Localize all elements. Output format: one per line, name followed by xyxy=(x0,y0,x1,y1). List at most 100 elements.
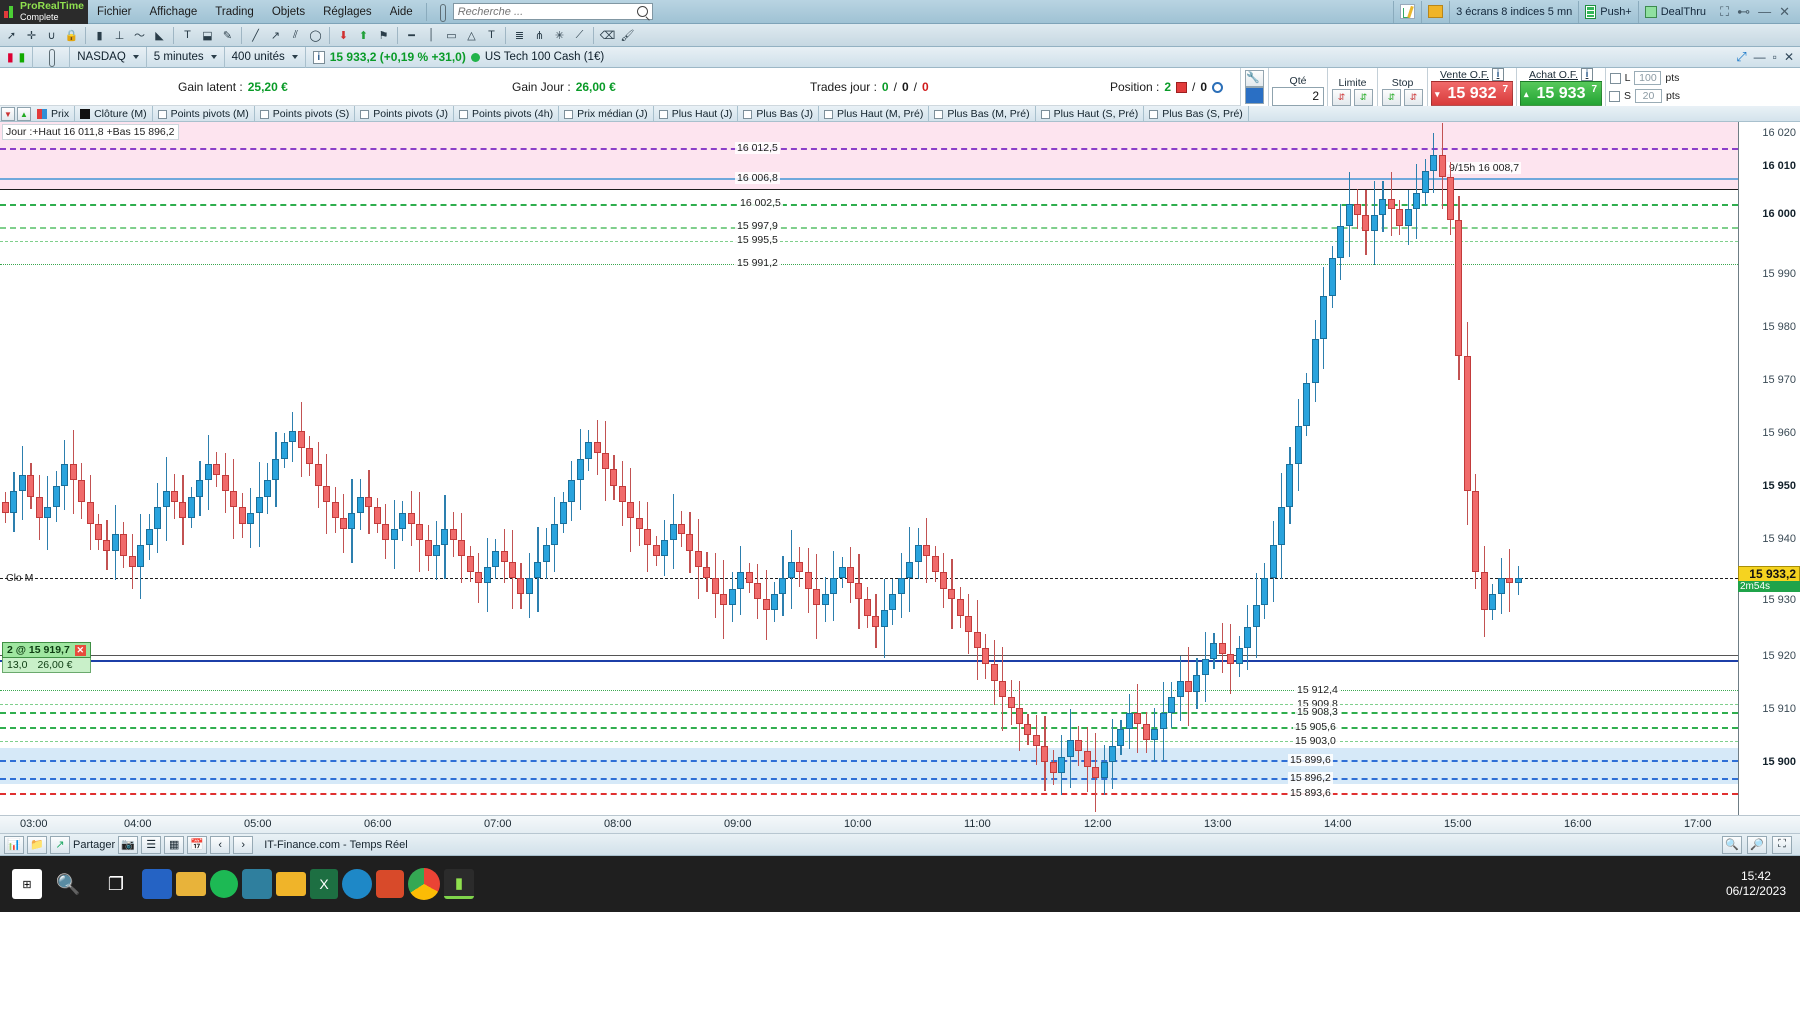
next-icon[interactable]: › xyxy=(233,835,254,854)
vertical-line-icon[interactable]: │ xyxy=(422,26,441,45)
chart-area[interactable]: Jour :+Haut 16 011,8 +Bas 15 896,2 Clo M… xyxy=(0,122,1800,816)
checkbox[interactable] xyxy=(1040,109,1050,119)
units-selector[interactable]: 400 unités xyxy=(225,46,306,68)
annotate-button[interactable] xyxy=(1393,0,1421,23)
link-chain-icon[interactable] xyxy=(434,3,450,22)
maximize-icon[interactable]: ▫ xyxy=(1773,50,1777,64)
open-position-box[interactable]: 2 @ 15 919,7 ✕ 13,0 26,00 € xyxy=(2,642,91,673)
zoom-out-icon[interactable]: 🔍 xyxy=(1722,835,1742,854)
lock-icon[interactable]: 🔒 xyxy=(62,26,81,45)
search-input[interactable] xyxy=(457,5,648,18)
limit-buy-icon[interactable]: ⇵ xyxy=(1354,89,1373,106)
task-view-icon[interactable]: ❐ xyxy=(94,862,138,906)
checkbox[interactable] xyxy=(1149,109,1159,119)
close-position-icon[interactable]: ✕ xyxy=(74,644,86,656)
sell-button[interactable]: ▾ 15 932 7 xyxy=(1431,81,1513,106)
horizontal-line-icon[interactable]: ━ xyxy=(402,26,421,45)
orders-icon[interactable] xyxy=(1212,81,1224,93)
minimize-icon[interactable]: — xyxy=(1754,50,1766,64)
sell-arrow-icon[interactable]: ⬇ xyxy=(334,26,353,45)
close-icon[interactable]: ✕ xyxy=(1784,50,1794,64)
area-chart-icon[interactable]: ◣ xyxy=(150,26,169,45)
scroll-up-icon[interactable]: ▲ xyxy=(17,107,31,121)
checkbox[interactable] xyxy=(157,109,167,119)
flag-button[interactable] xyxy=(1421,0,1449,23)
magnet-icon[interactable]: ∪ xyxy=(42,26,61,45)
tab-plus-bas-j[interactable]: Plus Bas (J) xyxy=(738,106,819,122)
text-box-icon[interactable]: T xyxy=(482,26,501,45)
long-checkbox[interactable] xyxy=(1609,72,1621,84)
info-icon[interactable]: i xyxy=(1581,68,1594,81)
gann-fan-icon[interactable]: ✳ xyxy=(550,26,569,45)
share-icon[interactable]: ↗ xyxy=(50,835,70,854)
zoom-in-icon[interactable]: 🔎 xyxy=(1747,835,1767,854)
chart-canvas[interactable]: Jour :+Haut 16 011,8 +Bas 15 896,2 Clo M… xyxy=(0,122,1738,815)
annotation-icon[interactable]: ✎ xyxy=(218,26,237,45)
chart-type-toggle[interactable]: ▮ ▮ xyxy=(0,46,34,68)
link-icon-cell[interactable] xyxy=(33,46,71,68)
grid-icon[interactable]: ▦ xyxy=(164,835,185,854)
menu-reglages[interactable]: Réglages xyxy=(314,0,381,24)
tab-prix-median-j[interactable]: Prix médian (J) xyxy=(559,106,654,122)
list-icon[interactable]: ☰ xyxy=(141,835,162,854)
fibonacci-icon[interactable]: ≣ xyxy=(510,26,529,45)
triangle-icon[interactable]: △ xyxy=(462,26,481,45)
tab-plus-bas-s-pre[interactable]: Plus Bas (S, Pré) xyxy=(1144,106,1249,122)
channel-icon[interactable]: ⫽ xyxy=(286,26,305,45)
workspace-selector[interactable]: 3 écrans 8 indices 5 mn xyxy=(1449,0,1578,23)
checkbox[interactable] xyxy=(360,109,370,119)
wrench-settings-icon[interactable]: 🔧 xyxy=(1245,70,1264,87)
system-clock[interactable]: 15:42 06/12/2023 xyxy=(1726,869,1800,899)
market-selector[interactable]: NASDAQ xyxy=(70,46,147,68)
settings-brush-icon[interactable]: 🖌 xyxy=(618,26,637,45)
tab-cloture-m[interactable]: Clôture (M) xyxy=(75,106,153,122)
start-button-icon[interactable]: ⊞ xyxy=(12,869,42,899)
calendar-icon[interactable]: 📅 xyxy=(187,835,208,854)
fullscreen-icon[interactable]: ⛶ xyxy=(1772,835,1792,854)
search-box[interactable] xyxy=(452,3,653,20)
tab-points-pivots-j[interactable]: Points pivots (J) xyxy=(355,106,454,122)
menu-objets[interactable]: Objets xyxy=(263,0,314,24)
short-pts-input[interactable]: 20 xyxy=(1635,89,1663,103)
line-chart-icon[interactable]: 〜 xyxy=(130,26,149,45)
flag-marker-icon[interactable]: ⚑ xyxy=(374,26,393,45)
restore-layout-icon[interactable]: ⛶ xyxy=(1720,4,1729,20)
scroll-down-icon[interactable]: ▼ xyxy=(1,107,15,121)
pin-icon[interactable]: ⊷ xyxy=(1737,4,1750,20)
checkbox[interactable] xyxy=(458,109,468,119)
checkbox[interactable] xyxy=(743,109,753,119)
trendline-icon[interactable]: ╱ xyxy=(246,26,265,45)
file-explorer-icon[interactable] xyxy=(176,872,206,896)
tab-plus-haut-j[interactable]: Plus Haut (J) xyxy=(654,106,739,122)
cursor-icon[interactable]: ➚ xyxy=(2,26,21,45)
tab-plus-bas-m-pre[interactable]: Plus Bas (M, Pré) xyxy=(929,106,1036,122)
folder-icon[interactable]: 📁 xyxy=(27,835,47,854)
menu-affichage[interactable]: Affichage xyxy=(141,0,207,24)
text-tool-icon[interactable]: T xyxy=(178,26,197,45)
bar-chart-icon[interactable]: ⊥ xyxy=(110,26,129,45)
buy-button[interactable]: ▴ 15 933 7 xyxy=(1520,81,1602,106)
checkbox[interactable] xyxy=(934,109,944,119)
minimize-icon[interactable]: — xyxy=(1758,4,1771,19)
prev-icon[interactable]: ‹ xyxy=(210,835,231,854)
measure-icon[interactable]: ⟋ xyxy=(570,26,589,45)
crosshair-icon[interactable]: ✛ xyxy=(22,26,41,45)
stop-sell-icon[interactable]: ⇵ xyxy=(1404,89,1423,106)
checkbox[interactable] xyxy=(259,109,269,119)
compass-icon[interactable] xyxy=(342,869,372,899)
prorealtime-taskbar-icon[interactable]: ▮ xyxy=(444,869,474,899)
folder-taskbar-icon[interactable] xyxy=(276,872,306,896)
spotify-icon[interactable] xyxy=(210,870,238,898)
tab-points-pivots-s[interactable]: Points pivots (S) xyxy=(255,106,356,122)
chrome-icon[interactable] xyxy=(408,868,440,900)
checkbox[interactable] xyxy=(564,109,574,119)
close-position-icon[interactable] xyxy=(1176,81,1188,93)
camera-icon[interactable]: 📷 xyxy=(118,835,139,854)
stop-buy-icon[interactable]: ⇵ xyxy=(1382,89,1401,106)
menu-fichier[interactable]: Fichier xyxy=(88,0,141,24)
info-icon[interactable]: i xyxy=(312,50,325,64)
menu-trading[interactable]: Trading xyxy=(206,0,263,24)
tab-plus-haut-s-pre[interactable]: Plus Haut (S, Pré) xyxy=(1036,106,1145,122)
new-chart-icon[interactable]: 📊 xyxy=(4,835,24,854)
checkbox[interactable] xyxy=(658,109,668,119)
